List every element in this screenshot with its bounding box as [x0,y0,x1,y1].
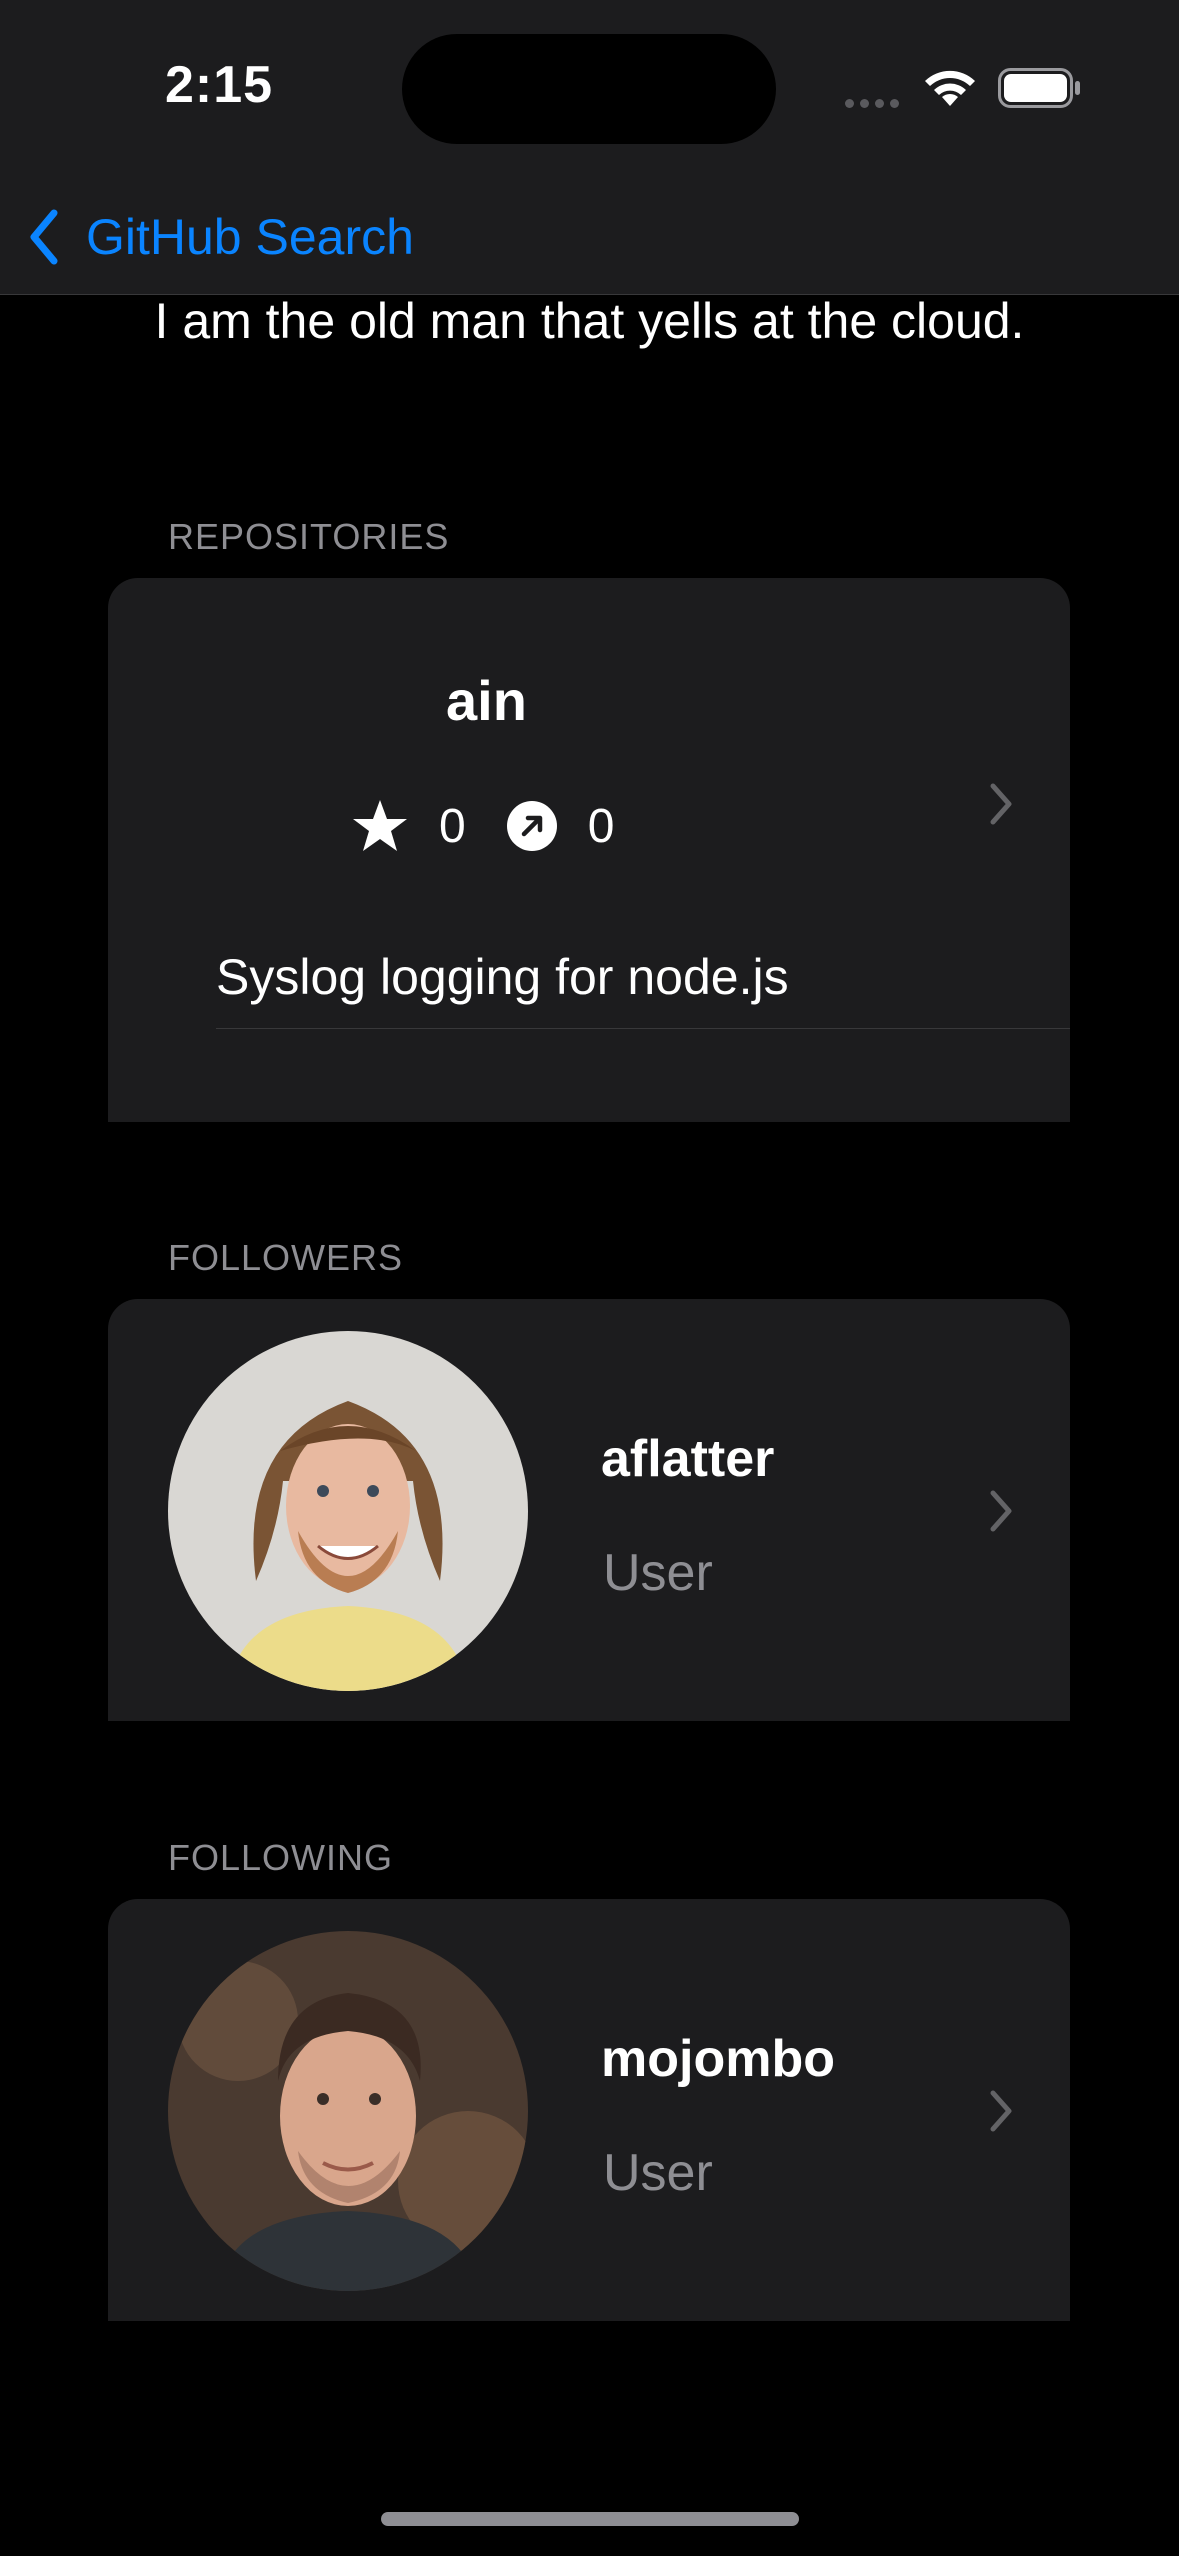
repository-stats: 0 0 [351,798,654,854]
repository-name: ain [446,669,527,732]
star-icon [353,800,407,851]
battery-icon [998,68,1080,108]
row-divider [216,1028,1070,1029]
star-count: 0 [439,799,466,853]
cellular-signal-icon [845,95,905,113]
status-time: 2:15 [165,56,274,114]
chevron-left-icon [30,209,58,265]
dynamic-island [402,34,776,144]
following-header: FOLLOWING [168,1837,394,1878]
wifi-icon [925,70,975,106]
repositories-header: REPOSITORIES [168,516,450,557]
follower-login: aflatter [601,1430,775,1488]
followers-header: FOLLOWERS [168,1237,404,1278]
back-button[interactable]: GitHub Search [22,194,414,280]
chevron-right-icon [990,1490,1012,1532]
repository-row[interactable]: ain 0 0 Syslog logging for node.js [108,578,1070,1122]
following-login: mojombo [601,2030,835,2088]
back-button-label: GitHub Search [86,209,414,265]
home-indicator[interactable] [381,2512,799,2526]
following-type: User [603,2144,713,2202]
chevron-right-icon [990,783,1012,825]
following-row[interactable]: mojombo User [108,1899,1070,2321]
avatar [168,1931,528,2291]
follower-type: User [603,1544,713,1602]
navigation-bar: GitHub Search [0,180,1179,295]
avatar [168,1331,528,1691]
status-bar: 2:15 [0,0,1179,180]
repository-description: Syslog logging for node.js [216,949,789,1005]
profile-bio: I am the old man that yells at the cloud… [154,293,1025,349]
chevron-right-icon [990,2090,1012,2132]
follower-row[interactable]: aflatter User [108,1299,1070,1721]
fork-arrow-icon [506,801,557,851]
fork-count: 0 [587,799,615,853]
